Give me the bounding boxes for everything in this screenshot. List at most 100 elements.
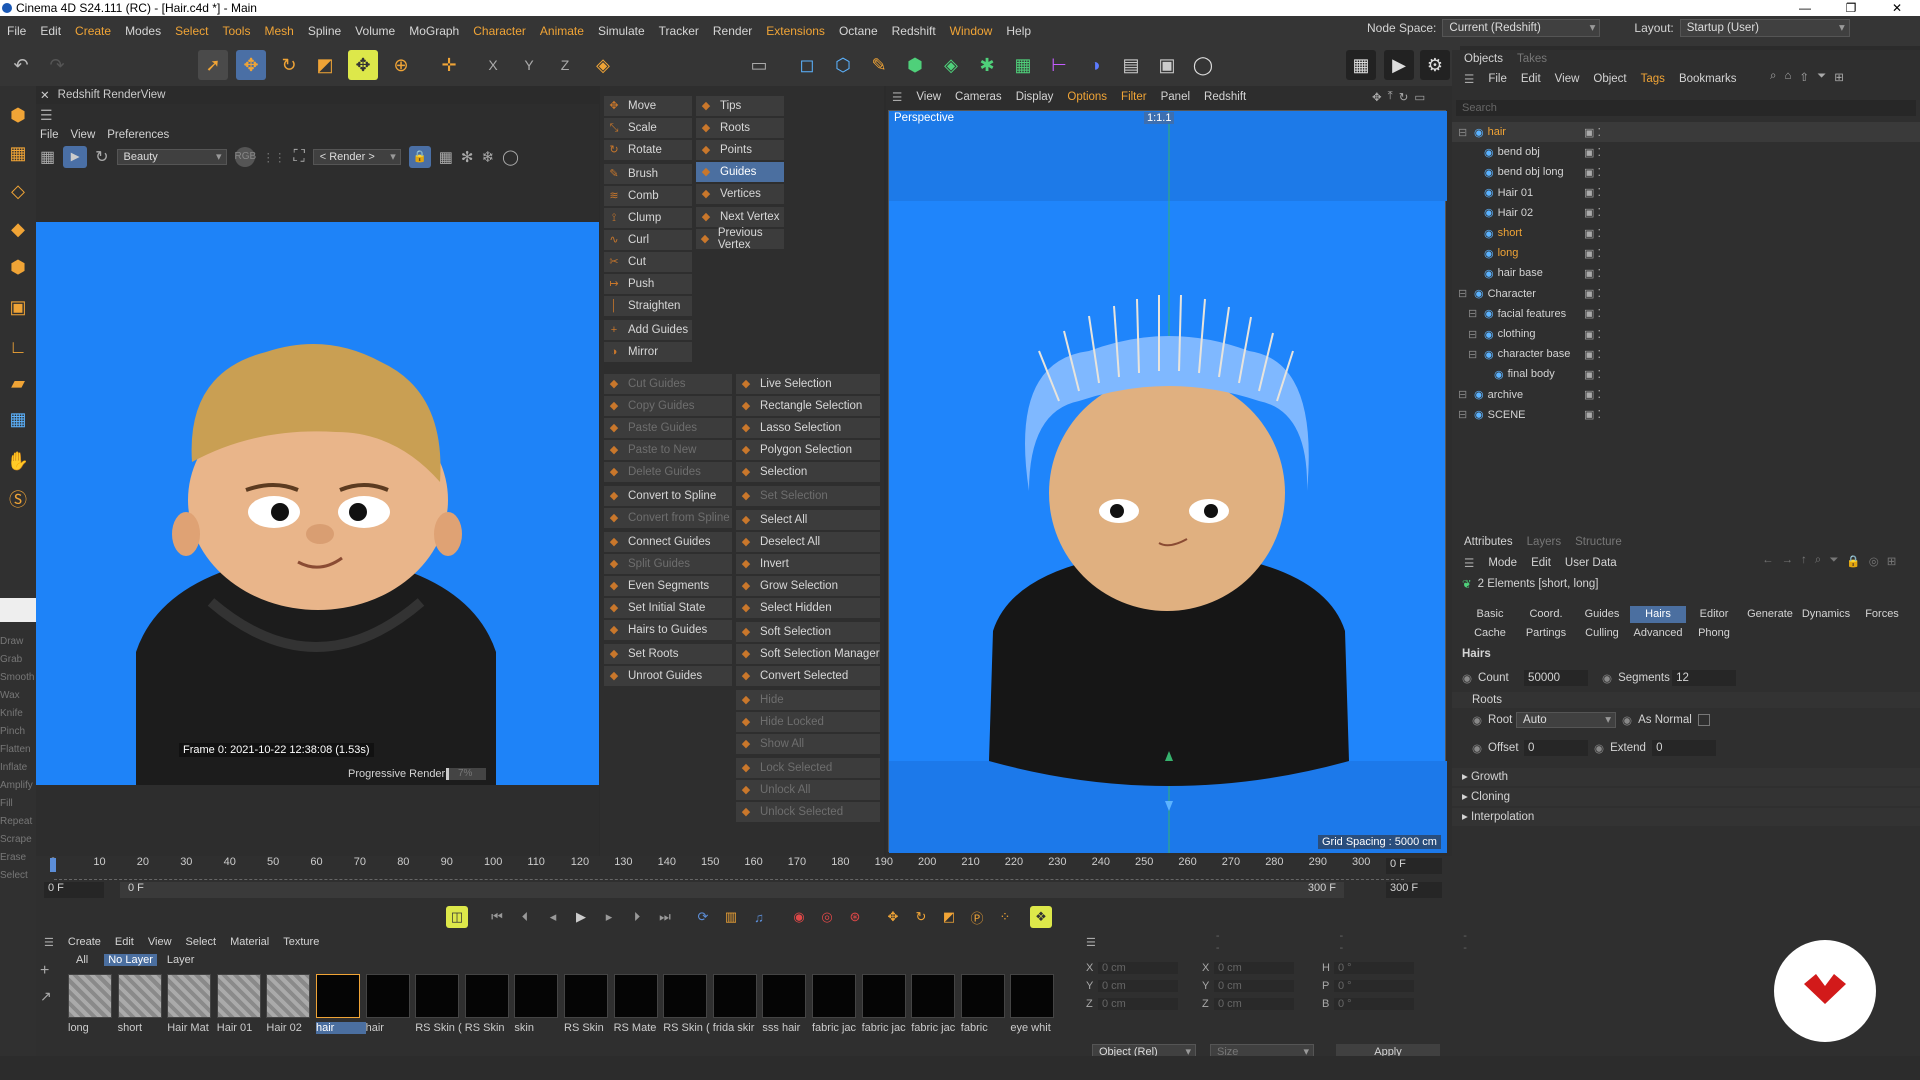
hair-tool-convert-to-spline[interactable]: ◆ Convert to Spline (604, 486, 732, 506)
object-row-facial-features[interactable]: ⊟ ◉ facial features ▣ ⁚ (1452, 304, 1920, 324)
go-end-icon[interactable]: ⏭ (654, 906, 676, 928)
hair-tool-comb[interactable]: ≋ Comb (604, 186, 692, 206)
record-icon[interactable]: ◉ (788, 906, 810, 928)
timeline-mode-icon[interactable]: ▥ (720, 906, 742, 928)
sculpt-tool-select[interactable]: Select (0, 870, 36, 881)
home-icon[interactable]: ⌂ (1784, 70, 1791, 84)
viewport-menu-panel[interactable]: Panel (1161, 91, 1190, 103)
attr-tab-culling[interactable]: Culling (1574, 625, 1630, 642)
render-settings-icon[interactable]: ⚙ (1420, 50, 1450, 80)
material-name[interactable]: fabric jac (911, 1022, 961, 1034)
mat-hamburger-icon[interactable]: ☰ (44, 936, 54, 949)
filter-icon[interactable]: ⏷ (1817, 70, 1826, 84)
autokey-icon[interactable]: ◎ (816, 906, 838, 928)
material-name[interactable]: Hair 02 (266, 1022, 316, 1034)
material-swatch[interactable] (365, 974, 410, 1018)
key-scale-icon[interactable]: ◩ (938, 906, 960, 928)
spline-pen-icon[interactable]: ⬡ (828, 50, 858, 80)
om-hamburger-icon[interactable]: ☰ (1464, 72, 1474, 86)
hair-tool-rectangle-selection[interactable]: ◆ Rectangle Selection (736, 396, 880, 416)
object-row-bend-obj-long[interactable]: ◉ bend obj long ▣ ⁚ (1452, 162, 1920, 182)
om-menu-bookmarks[interactable]: Bookmarks (1679, 73, 1737, 85)
attr-tab-forces[interactable]: Forces (1854, 606, 1910, 623)
coord-cell[interactable]: 0 ° (1334, 962, 1414, 974)
material-swatch[interactable] (316, 974, 360, 1018)
attr-tab-guides[interactable]: Guides (1574, 606, 1630, 623)
search-icon[interactable]: ⌕ (1770, 70, 1776, 84)
world-axis-icon[interactable]: ✛ (434, 50, 464, 80)
cloner-icon[interactable]: ✱ (972, 50, 1002, 80)
renderview-menu-preferences[interactable]: Preferences (107, 129, 169, 141)
hair-tool-move[interactable]: ✥ Move (604, 96, 692, 116)
am-menu-mode[interactable]: Mode (1488, 557, 1517, 569)
tab-structure[interactable]: Structure (1575, 536, 1622, 548)
expand-icon[interactable]: ↗ (40, 988, 52, 1005)
new-window-icon[interactable]: ⊞ (1834, 70, 1844, 84)
material-swatch[interactable] (1010, 974, 1055, 1018)
as-normal-checkbox[interactable] (1697, 714, 1710, 726)
coord-cell[interactable]: 0 cm (1098, 962, 1178, 974)
menu-file[interactable]: File (0, 24, 33, 38)
aov-dropdown[interactable]: Beauty (116, 149, 227, 165)
hair-tool-hairs-to-guides[interactable]: ◆ Hairs to Guides (604, 620, 732, 640)
hair-tool-previous-vertex[interactable]: ◆ Previous Vertex (696, 227, 784, 251)
object-row-long[interactable]: ◉ long ▣ ⁚ (1452, 243, 1920, 263)
visibility-icon[interactable]: ▣ ⁚ (1584, 307, 1601, 320)
material-menu-material[interactable]: Material (230, 936, 269, 948)
object-row-character[interactable]: ⊟ ◉ Character ▣ ⁚ (1452, 284, 1920, 304)
hair-tool-soft-selection-manager[interactable]: ◆ Soft Selection Manager (736, 644, 880, 664)
timeline-track[interactable] (54, 874, 1404, 880)
forward-icon[interactable]: → (1782, 554, 1794, 568)
attr-tab-coord[interactable]: Coord. (1518, 606, 1574, 623)
coord-cell[interactable]: 0 cm (1214, 962, 1294, 974)
points-mode-icon[interactable]: ◇ (3, 176, 33, 206)
snowflake-icon[interactable]: ✻ (461, 148, 474, 166)
coord-cell[interactable]: 0 cm (1214, 998, 1294, 1010)
anim-dot-icon[interactable]: ◉ (1472, 741, 1482, 755)
coord-cell[interactable]: 0 ° (1334, 980, 1414, 992)
render-region-icon[interactable]: ▦ (1346, 50, 1376, 80)
sound-icon[interactable]: ♫ (748, 906, 770, 928)
attr-tab-dynamics[interactable]: Dynamics (1798, 606, 1854, 623)
hair-tool-even-segments[interactable]: ◆ Even Segments (604, 576, 732, 596)
maximize-button[interactable]: ❐ (1828, 0, 1874, 16)
key-position-icon[interactable]: ✥ (882, 906, 904, 928)
uv-mode-icon[interactable]: ▣ (3, 292, 33, 322)
viewport-menu-options[interactable]: Options (1067, 91, 1107, 103)
material-menu-view[interactable]: View (148, 936, 172, 948)
am-filter-icon[interactable]: ⏷ (1829, 554, 1838, 568)
cube-icon[interactable]: ◻ (792, 50, 822, 80)
visibility-icon[interactable]: ▣ ⁚ (1584, 166, 1601, 179)
material-name[interactable]: fabric jac (812, 1022, 862, 1034)
visibility-icon[interactable]: ▣ ⁚ (1584, 186, 1601, 199)
coord-cell[interactable]: 0 cm (1098, 980, 1178, 992)
texture-mode-icon[interactable]: ▦ (3, 138, 33, 168)
maximize-viewport-icon[interactable]: ▭ (1414, 90, 1425, 104)
viewport-solo-icon[interactable]: ▭ (744, 50, 774, 80)
hair-tool-scale[interactable]: ⤡ Scale (604, 118, 692, 138)
menu-mesh[interactable]: Mesh (257, 24, 300, 38)
material-swatch[interactable] (911, 974, 956, 1018)
hair-tool-set-initial-state[interactable]: ◆ Set Initial State (604, 598, 732, 618)
y-axis-icon[interactable]: Y (514, 50, 544, 80)
zoom-icon[interactable]: ⤒ (1388, 90, 1393, 104)
hair-tool-invert[interactable]: ◆ Invert (736, 554, 880, 574)
viewport-menu-display[interactable]: Display (1016, 91, 1054, 103)
subdivision-icon[interactable]: ⬢ (900, 50, 930, 80)
object-row-character-base[interactable]: ⊟ ◉ character base ▣ ⁚ (1452, 344, 1920, 364)
hair-tool-soft-selection[interactable]: ◆ Soft Selection (736, 622, 880, 642)
coord-cell[interactable]: 0 cm (1214, 980, 1294, 992)
expand-icon[interactable]: ⊟ (1458, 287, 1470, 300)
menu-extensions[interactable]: Extensions (759, 24, 832, 38)
hair-tool-rotate[interactable]: ↻ Rotate (604, 140, 692, 160)
material-icon[interactable]: ◑ (1080, 50, 1110, 80)
minimize-button[interactable]: — (1782, 0, 1828, 16)
attr-tab-advanced[interactable]: Advanced (1630, 625, 1686, 642)
visibility-icon[interactable]: ▣ ⁚ (1584, 328, 1601, 341)
select-tool-icon[interactable]: ➚ (198, 50, 228, 80)
menu-window[interactable]: Window (943, 24, 1000, 38)
render-view-icon[interactable]: ▶ (1384, 50, 1414, 80)
om-menu-tags[interactable]: Tags (1641, 73, 1665, 85)
visibility-icon[interactable]: ▣ ⁚ (1584, 227, 1601, 240)
coord-cell[interactable]: 0 cm (1098, 998, 1178, 1010)
